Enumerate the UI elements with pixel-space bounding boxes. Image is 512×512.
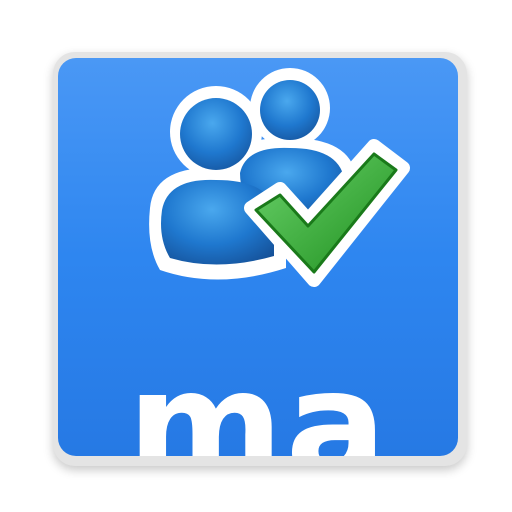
app-tile-graphic [58, 58, 458, 456]
app-tile[interactable]: ma [58, 58, 458, 456]
app-icon-screen: ma [0, 0, 512, 512]
